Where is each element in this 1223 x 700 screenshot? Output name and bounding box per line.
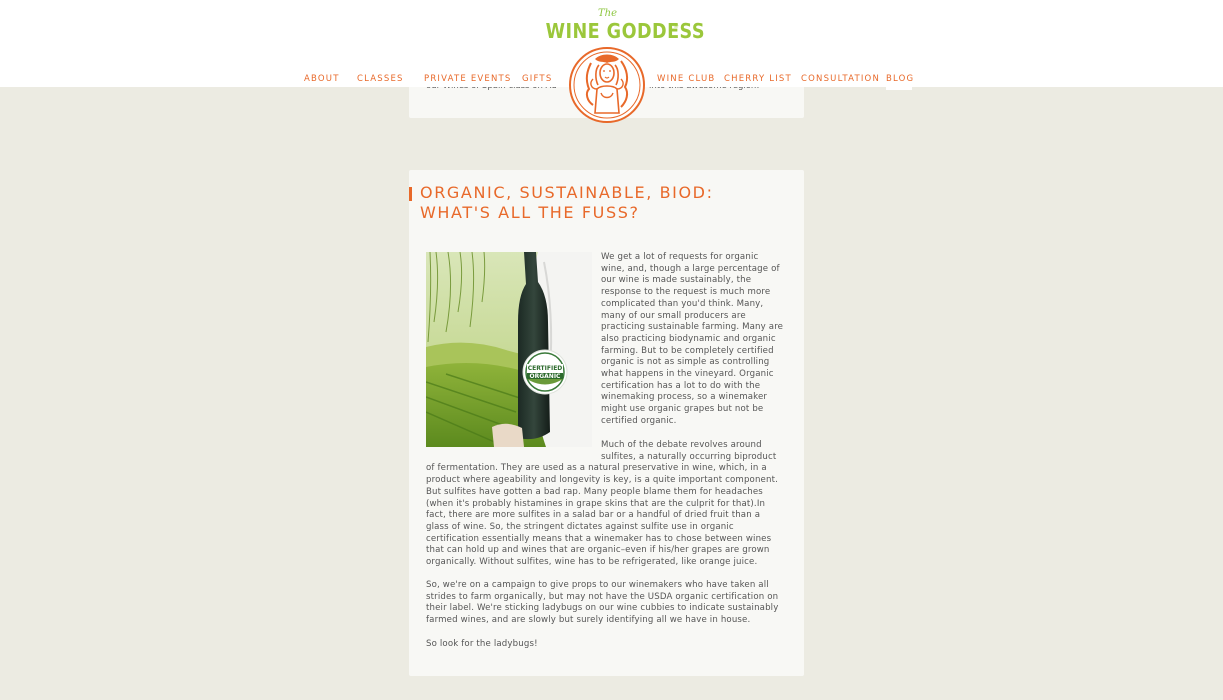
- post-paragraph-2: Much of the debate revolves around sulfit…: [426, 440, 796, 569]
- goddess-medallion-logo[interactable]: [569, 47, 645, 123]
- post-text-line: also practicing biodynamic and organic: [601, 333, 776, 344]
- post-text-line: practicing sustainable farming. Many are: [601, 322, 784, 333]
- post-text-line: We get a lot of requests for organic: [601, 252, 759, 262]
- post-text-line: organically. Without sulfites, wine has …: [426, 557, 758, 568]
- post-text-line: that can hold up and wines that are orga…: [426, 545, 770, 556]
- post-text-line: wine, and, though a large percentage of: [601, 263, 780, 274]
- post-paragraph-3: So, we're on a campaign to give props to…: [426, 580, 796, 627]
- post-text-line: response to the request is much more: [601, 287, 771, 298]
- blog-post-card: ORGANIC, SUSTAINABLE, BIOD: WHAT'S ALL T…: [409, 170, 804, 676]
- logo-the-text: The: [598, 8, 618, 19]
- post-text-line: our wine is made sustainably, the: [601, 275, 752, 286]
- nav-classes[interactable]: CLASSES: [357, 74, 404, 84]
- post-text-line: farming. But to be completely certified: [601, 345, 774, 356]
- post-text-line: certified organic.: [601, 415, 677, 426]
- nav-blog-tab: BLOG: [886, 70, 914, 90]
- nav-about[interactable]: ABOUT: [304, 74, 340, 84]
- post-text-line: But sulfites have gotten a bad rap. Many…: [426, 486, 763, 497]
- organic-wine-bottle-photo: CERTIFIED ORGANIC: [426, 252, 592, 447]
- post-text-line: sulfites, a naturally occurring biproduc…: [601, 451, 777, 462]
- badge-text-organic: ORGANIC: [530, 373, 562, 380]
- badge-text-certified: CERTIFIED: [528, 365, 563, 372]
- post-text-line: winemaking process, so a winemaker: [601, 392, 768, 403]
- post-text-line: strides to farm organically, but may not…: [426, 591, 779, 602]
- post-text-line: their label. We're sticking ladybugs on …: [426, 603, 779, 614]
- post-text-line: (when it's probably histamines in grape …: [426, 498, 766, 509]
- post-text-line: complicated than you'd think. Many,: [601, 298, 764, 309]
- post-paragraph-1: We get a lot of requests for organic wine…: [601, 252, 791, 428]
- post-text-line: certification has a lot to do with the: [601, 380, 761, 391]
- post-title-line-1: ORGANIC, SUSTAINABLE, BIOD:: [420, 183, 714, 202]
- post-text-line: farmed wines, and are slowly but surely …: [426, 615, 751, 626]
- post-text-line: might use organic grapes but not be: [601, 404, 764, 415]
- post-text-line: of fermentation. They are used as a natu…: [426, 463, 767, 474]
- post-text-line: Much of the debate revolves around: [601, 440, 762, 450]
- post-title[interactable]: ORGANIC, SUSTAINABLE, BIOD: WHAT'S ALL T…: [420, 183, 714, 223]
- site-logo[interactable]: WINE GODDESS: [546, 19, 705, 43]
- post-text-line: many of our small producers are: [601, 310, 746, 321]
- logo-registered-mark: ®: [673, 23, 679, 30]
- nav-private-events[interactable]: PRIVATE EVENTS: [424, 74, 512, 84]
- title-accent-bar: [409, 187, 412, 201]
- nav-consultation[interactable]: CONSULTATION: [801, 74, 880, 84]
- post-text-line: fact, there are more sulfites in a salad…: [426, 510, 761, 521]
- post-title-line-2: WHAT'S ALL THE FUSS?: [420, 203, 640, 222]
- nav-gifts[interactable]: GIFTS: [522, 74, 552, 84]
- nav-blog[interactable]: BLOG: [886, 74, 914, 84]
- post-text-line: glass of wine. So, the stringent dictate…: [426, 521, 734, 532]
- post-text-line: what happens in the vineyard. Organic: [601, 369, 774, 380]
- nav-wine-club[interactable]: WINE CLUB: [657, 74, 715, 84]
- post-text-line: organic is not as simple as controlling: [601, 357, 770, 368]
- post-paragraph-4: So look for the ladybugs!: [426, 639, 538, 649]
- nav-cherry-list[interactable]: CHERRY LIST: [724, 74, 792, 84]
- post-text-line: product where ageability and longevity i…: [426, 475, 778, 486]
- goddess-figure-icon: [573, 51, 641, 119]
- post-text-line: So, we're on a campaign to give props to…: [426, 580, 769, 590]
- post-text-line: certification essentially means that a w…: [426, 533, 772, 544]
